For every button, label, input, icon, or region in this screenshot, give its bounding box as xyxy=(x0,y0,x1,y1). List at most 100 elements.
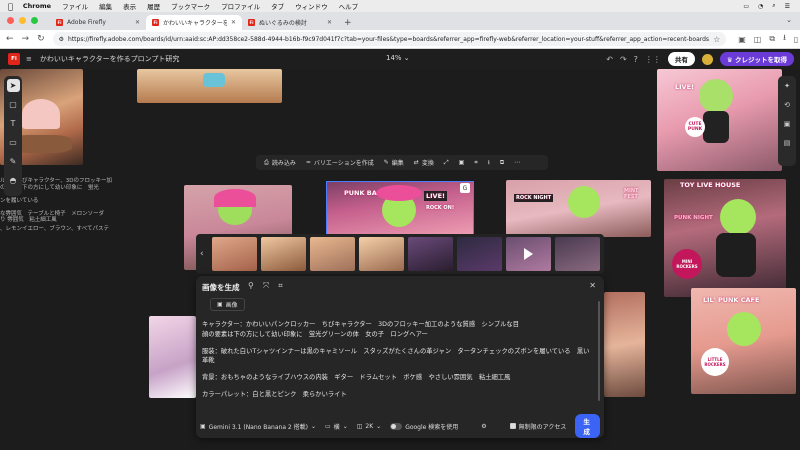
menu-icon[interactable]: ≡ xyxy=(26,55,32,63)
extension-icon[interactable]: ▣ xyxy=(738,35,746,44)
side-panel-icon[interactable]: ▯ xyxy=(794,35,798,44)
sparkle-icon[interactable]: ✦ xyxy=(781,79,794,92)
thumbnail[interactable] xyxy=(261,237,306,271)
image-button[interactable]: ▣ xyxy=(459,159,465,166)
reload-icon[interactable]: ↻ xyxy=(37,34,45,44)
toggle-switch[interactable] xyxy=(390,422,403,430)
menu-view[interactable]: 表示 xyxy=(123,1,136,11)
layers-icon[interactable]: ▣ xyxy=(781,117,794,130)
expand-image-button[interactable]: ⤢ xyxy=(444,159,449,167)
tab-close-icon[interactable]: ✕ xyxy=(327,19,332,26)
edit-button[interactable]: ✎ 編集 xyxy=(384,158,404,167)
unlimited-checkbox[interactable] xyxy=(509,423,516,429)
battery-icon[interactable]: ▭ xyxy=(743,3,749,10)
wifi-icon[interactable]: ◔ xyxy=(758,3,763,10)
grid-icon[interactable]: ⌗ xyxy=(278,281,283,291)
generated-image[interactable]: LIL' PUNK CAFE LITTLE ROCKERS xyxy=(691,288,796,394)
generated-image[interactable] xyxy=(137,69,282,103)
create-variation-button[interactable]: ≈ バリエーションを作成 xyxy=(306,158,374,167)
read-button[interactable]: ⎙ 読み込み xyxy=(264,158,296,168)
generate-button[interactable]: 生成 xyxy=(575,414,600,438)
generated-image[interactable]: TOY LIVE HOUSE PUNK NIGHT MINI ROCKERS xyxy=(664,179,786,297)
comments-icon[interactable]: ▤ xyxy=(781,136,794,149)
generated-image[interactable] xyxy=(149,316,196,398)
new-tab-button[interactable]: + xyxy=(344,18,352,28)
image-type-chip[interactable]: ▣ 画像 xyxy=(210,298,245,311)
menu-tab[interactable]: タブ xyxy=(271,1,284,11)
close-icon[interactable]: ✕ xyxy=(589,281,596,290)
undo-icon[interactable]: ↶ xyxy=(606,55,613,64)
puzzle-icon[interactable]: ⧉ xyxy=(769,34,775,44)
zoom-level[interactable]: 14% ⌄ xyxy=(386,54,410,62)
magic-wand-icon[interactable]: ⚲ xyxy=(248,281,254,291)
settings-button[interactable]: ⚙ xyxy=(481,423,486,430)
forward-arrow-icon[interactable]: → xyxy=(22,34,30,44)
share-button[interactable]: 共有 xyxy=(667,52,695,66)
redo-icon[interactable]: ↷ xyxy=(620,55,627,64)
prompt-scrollbar[interactable] xyxy=(598,301,600,401)
thumbnail[interactable] xyxy=(457,237,502,271)
generated-image[interactable] xyxy=(604,292,645,397)
pen-icon[interactable]: ✎ xyxy=(7,155,20,168)
select-pointer-icon[interactable]: ➤ xyxy=(6,79,20,92)
shapes-icon[interactable]: ◓ xyxy=(7,174,20,187)
apps-grid-icon[interactable]: ⋮⋮ xyxy=(645,55,661,64)
tab-close-icon[interactable]: ✕ xyxy=(231,19,236,26)
comment-icon[interactable]: ▭ xyxy=(7,136,20,149)
menu-edit[interactable]: 編集 xyxy=(99,1,112,11)
menu-bookmarks[interactable]: ブックマーク xyxy=(171,1,210,11)
copy-button[interactable]: ⧉ xyxy=(500,159,504,167)
model-selector[interactable]: ▣ Gemini 3.1 (Nano Banana 2 搭載) ⌄ xyxy=(200,422,316,431)
text-tool-icon[interactable]: T xyxy=(7,117,20,130)
thumbnail[interactable] xyxy=(408,237,453,271)
close-window-button[interactable] xyxy=(7,17,14,24)
unlimited-access-option[interactable]: 無制限のアクセス xyxy=(509,422,566,431)
resolution-selector[interactable]: ◫ 2K ⌄ xyxy=(357,423,381,430)
minimize-window-button[interactable] xyxy=(19,17,26,24)
tab-search-chevron-icon[interactable]: ⌄ xyxy=(786,16,792,24)
apple-icon[interactable]:  xyxy=(8,2,13,11)
thumbnail[interactable] xyxy=(359,237,404,271)
menu-history[interactable]: 履歴 xyxy=(147,1,160,11)
menu-app-chrome[interactable]: Chrome xyxy=(23,2,51,10)
aspect-selector[interactable]: ▭ 横 ⌄ xyxy=(325,422,348,431)
tab-plush-study[interactable]: Fi ぬいぐるみの検討 ✕ xyxy=(242,15,338,30)
extension-icon[interactable]: ◫ xyxy=(754,35,762,44)
convert-button[interactable]: ⇄ 変換 xyxy=(414,158,434,167)
more-button[interactable]: ⋯ xyxy=(514,159,520,166)
get-credits-button[interactable]: ♛ クレジットを取得 xyxy=(719,52,794,66)
menu-profile[interactable]: プロファイル xyxy=(221,1,260,11)
download-button[interactable]: ⭳ xyxy=(488,158,490,168)
board-title[interactable]: かわいいキャラクターを作るプロンプト研究 xyxy=(40,54,180,64)
user-avatar[interactable] xyxy=(701,53,713,65)
firefly-logo[interactable]: Fi xyxy=(8,53,20,65)
menu-file[interactable]: ファイル xyxy=(62,1,88,11)
menu-help[interactable]: ヘルプ xyxy=(339,1,359,11)
back-arrow-icon[interactable]: ← xyxy=(6,34,14,44)
prompt-input[interactable]: キャラクター：かわいいパンクロッカー ちびキャラクター 3Dのフロッキー加工のよ… xyxy=(202,320,594,407)
tab-adobe-firefly[interactable]: Fi Adobe Firefly ✕ xyxy=(50,15,146,30)
thumbnail[interactable] xyxy=(212,237,257,271)
thumbnail[interactable] xyxy=(310,237,355,271)
address-bar[interactable]: ⚙ https://firefly.adobe.com/boards/id/ur… xyxy=(52,32,727,46)
maximize-window-button[interactable] xyxy=(31,17,38,24)
tab-close-icon[interactable]: ✕ xyxy=(135,19,140,26)
frame-icon[interactable]: ▢ xyxy=(7,98,20,111)
thumbnail[interactable] xyxy=(555,237,600,271)
help-icon[interactable]: ? xyxy=(634,55,638,64)
bookmark-star-icon[interactable]: ☆ xyxy=(713,35,720,44)
spotlight-icon[interactable]: ⌕ xyxy=(772,2,775,10)
video-thumbnail[interactable] xyxy=(506,237,551,271)
download-icon[interactable]: ⭳ xyxy=(783,33,786,44)
google-search-toggle[interactable]: Google 検索を使用 xyxy=(390,422,458,431)
tab-character-prompt[interactable]: Fi かわいいキャラクターを作るプロ ✕ xyxy=(146,15,242,30)
menu-window[interactable]: ウィンドウ xyxy=(295,1,328,11)
history-icon[interactable]: ⟲ xyxy=(781,98,794,111)
control-center-icon[interactable]: ☰ xyxy=(785,3,790,10)
strip-prev-icon[interactable]: ‹ xyxy=(200,249,208,259)
url-text[interactable]: https://firefly.adobe.com/boards/id/urn:… xyxy=(68,36,709,43)
generated-image[interactable]: ROCK NIGHT MINT FEST xyxy=(506,180,651,237)
expand-icon[interactable]: ⤧ xyxy=(263,281,269,291)
crop-button[interactable]: ⌗ xyxy=(474,159,477,167)
site-info-icon[interactable]: ⚙ xyxy=(59,36,64,43)
